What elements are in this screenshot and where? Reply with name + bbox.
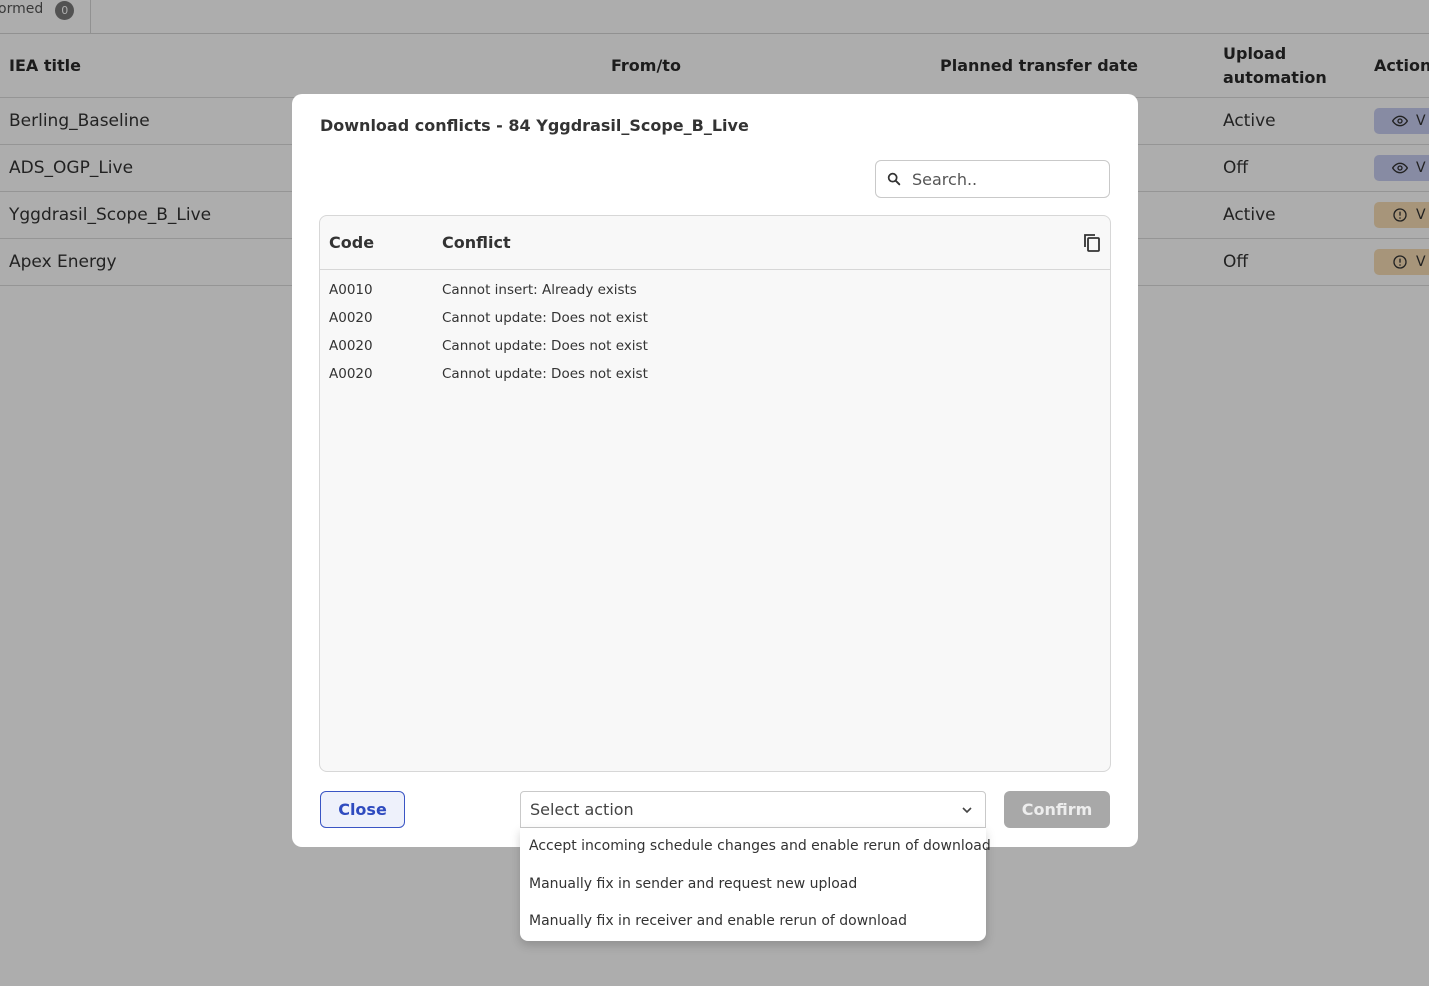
conflict-row: A0020 Cannot update: Does not exist xyxy=(320,362,1110,390)
search-icon xyxy=(887,172,901,186)
option-accept-incoming[interactable]: Accept incoming schedule changes and ena… xyxy=(529,838,991,854)
download-conflicts-modal: Download conflicts - 84 Yggdrasil_Scope_… xyxy=(292,94,1138,847)
conflict-table-header: Code Conflict xyxy=(320,216,1110,270)
conflict-code: A0020 xyxy=(329,338,373,354)
copy-icon[interactable] xyxy=(1082,232,1102,254)
search-box[interactable] xyxy=(875,160,1110,198)
conflict-message: Cannot insert: Already exists xyxy=(442,282,637,298)
conflict-table: Code Conflict A0010 Cannot insert: Alrea… xyxy=(319,215,1111,772)
conflict-row: A0020 Cannot update: Does not exist xyxy=(320,306,1110,334)
option-fix-in-receiver[interactable]: Manually fix in receiver and enable reru… xyxy=(529,913,907,929)
search-input[interactable] xyxy=(912,169,1092,189)
conflict-row: A0020 Cannot update: Does not exist xyxy=(320,334,1110,362)
action-select-value: Select action xyxy=(530,800,634,819)
action-select[interactable]: Select action xyxy=(520,791,986,828)
header-code: Code xyxy=(329,233,375,252)
conflict-rows: A0010 Cannot insert: Already exists A002… xyxy=(320,270,1110,390)
conflict-message: Cannot update: Does not exist xyxy=(442,338,648,354)
close-button[interactable]: Close xyxy=(320,791,405,828)
header-conflict: Conflict xyxy=(442,233,511,252)
conflict-code: A0020 xyxy=(329,366,373,382)
conflict-code: A0010 xyxy=(329,282,373,298)
option-fix-in-sender[interactable]: Manually fix in sender and request new u… xyxy=(529,876,857,892)
conflict-code: A0020 xyxy=(329,310,373,326)
conflict-message: Cannot update: Does not exist xyxy=(442,310,648,326)
conflict-row: A0010 Cannot insert: Already exists xyxy=(320,278,1110,306)
action-dropdown-menu: Accept incoming schedule changes and ena… xyxy=(520,828,991,941)
confirm-button: Confirm xyxy=(1004,791,1110,828)
conflict-message: Cannot update: Does not exist xyxy=(442,366,648,382)
chevron-down-icon xyxy=(962,807,972,814)
modal-title: Download conflicts - 84 Yggdrasil_Scope_… xyxy=(320,116,749,135)
